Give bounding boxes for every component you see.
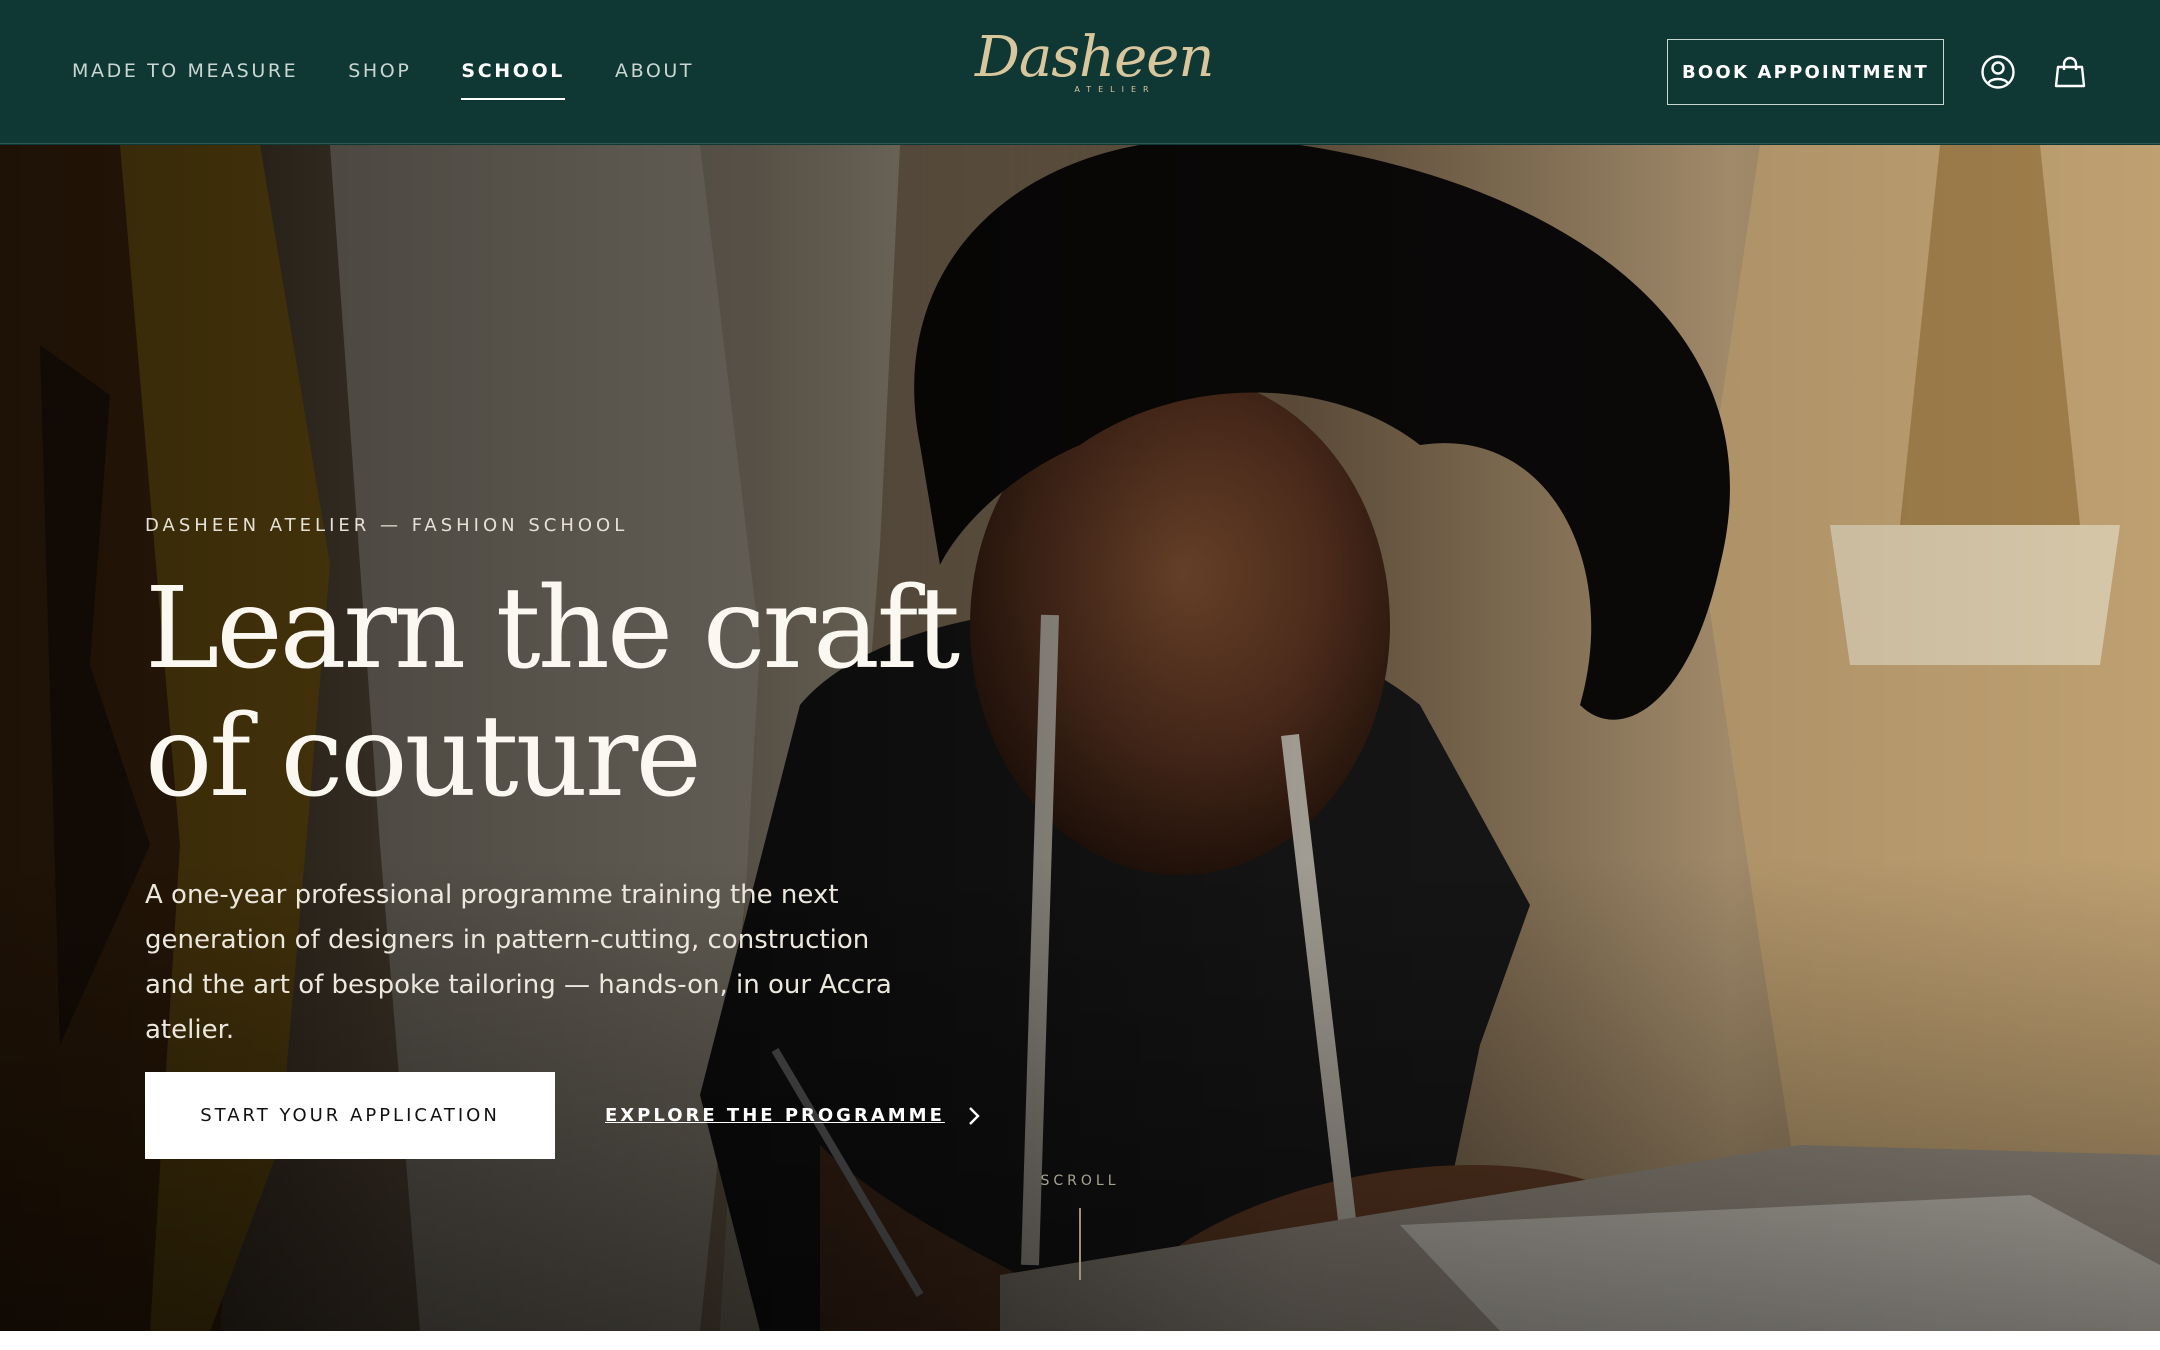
- user-circle-icon: [1981, 55, 2015, 89]
- brand-logo[interactable]: Dasheen ATELIER: [975, 25, 1214, 106]
- headline-line-1: Learn the craft: [145, 564, 960, 694]
- headline-line-2: of couture: [145, 692, 702, 822]
- nav-about[interactable]: ABOUT: [615, 60, 694, 84]
- nav-school[interactable]: SCHOOL: [461, 60, 565, 100]
- book-appointment-button[interactable]: BOOK APPOINTMENT: [1667, 39, 1944, 105]
- explore-programme-label: EXPLORE THE PROGRAMME: [605, 1105, 945, 1126]
- cart-button[interactable]: [2050, 52, 2090, 92]
- chevron-right-icon: [969, 1106, 980, 1125]
- scroll-indicator-label: SCROLL: [1040, 1173, 1120, 1189]
- shopping-bag-icon: [2054, 56, 2086, 88]
- site-header: MADE TO MEASURE SHOP SCHOOL ABOUT Dashee…: [0, 0, 2160, 144]
- hero-headline: Learn the craft of couture: [145, 565, 1045, 821]
- nav-made-to-measure[interactable]: MADE TO MEASURE: [72, 60, 298, 84]
- brand-name: Dasheen: [975, 25, 1214, 90]
- scroll-indicator-line: [1079, 1208, 1081, 1280]
- start-application-button[interactable]: START YOUR APPLICATION: [145, 1072, 555, 1159]
- hero-section: DASHEEN ATELIER — FASHION SCHOOL Learn t…: [0, 145, 2160, 1331]
- hero-lead: A one-year professional programme traini…: [145, 880, 892, 1045]
- hero-eyebrow: DASHEEN ATELIER — FASHION SCHOOL: [145, 515, 629, 536]
- account-button[interactable]: [1978, 52, 2018, 92]
- main-nav: MADE TO MEASURE SHOP SCHOOL ABOUT: [72, 0, 694, 144]
- nav-shop[interactable]: SHOP: [348, 60, 411, 84]
- page-bottom-edge: [0, 1331, 2160, 1350]
- explore-programme-link[interactable]: EXPLORE THE PROGRAMME: [605, 1072, 983, 1159]
